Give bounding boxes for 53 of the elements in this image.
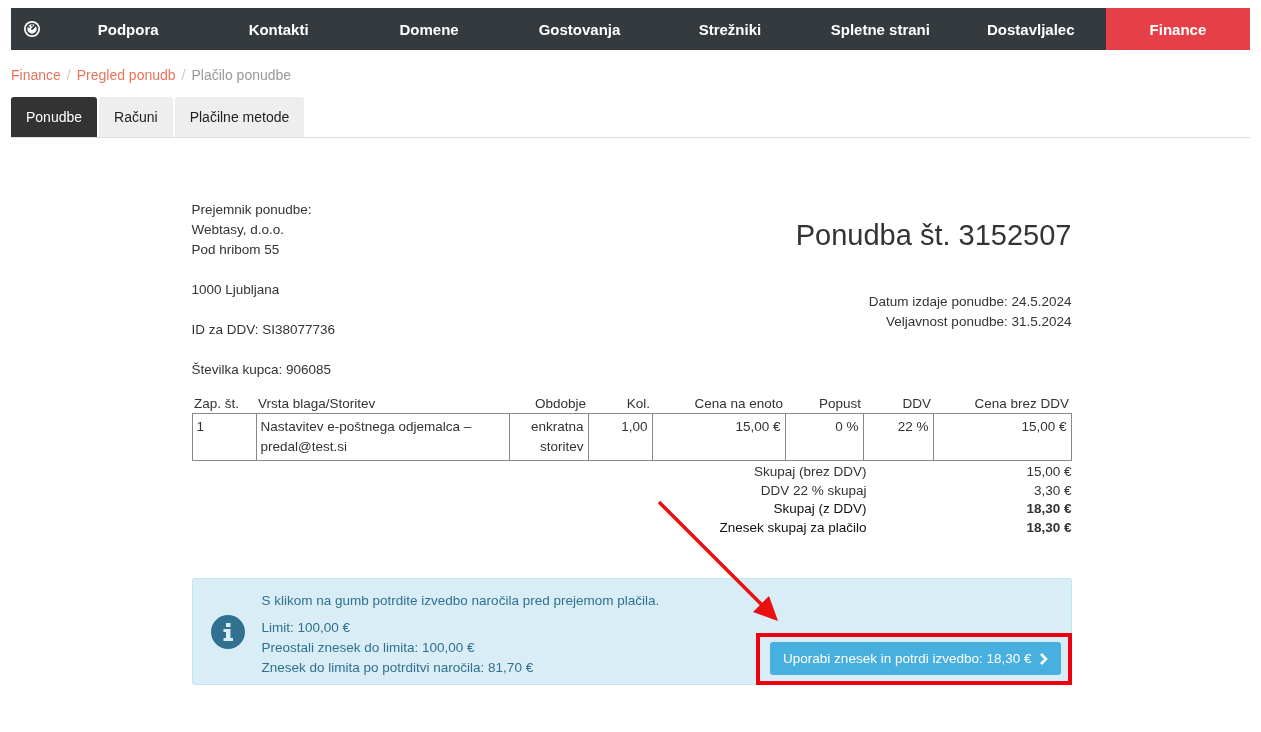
column-header: Zap. št. [192, 394, 256, 414]
column-header: DDV [863, 394, 933, 414]
tab[interactable]: Ponudbe [11, 97, 98, 137]
table-cell: enkratna storitev [509, 413, 588, 461]
total-label: DDV 22 % skupaj [759, 481, 867, 500]
address-line: Pod hribom 55 [191, 241, 281, 259]
table-cell: 22 % [863, 413, 933, 461]
nav-link[interactable]: Gostovanja [504, 8, 655, 50]
date-text: Datum izdaje ponudbe: 24.5.2024 [867, 293, 1072, 311]
total-label: Skupaj (z DDV) [772, 500, 867, 518]
address-line: Prejemnik ponudbe: [191, 201, 313, 219]
column-header: Cena na enoto [652, 394, 785, 414]
address-line: 1000 Ljubljana [191, 281, 281, 299]
info-line: Preostali znesek do limita: 100,00 € [261, 639, 476, 657]
nav-link[interactable]: Kontakti [203, 8, 354, 50]
breadcrumb-separator: / [66, 67, 71, 83]
table-cell: 1 [192, 413, 256, 461]
address-line: ID za DDV: SI38077736 [191, 321, 336, 339]
table-cell: 1,00 [588, 413, 652, 461]
total-value: 3,30 € [1032, 481, 1072, 500]
table-cell: 0 % [785, 413, 863, 461]
table-cell: 15,00 € [933, 413, 1071, 461]
nav-link[interactable]: Spletne strani [805, 8, 956, 50]
chevron-icon [1038, 652, 1048, 665]
gauge-icon[interactable] [23, 20, 41, 38]
column-header: Cena brez DDV [933, 394, 1071, 414]
table-cell: Nastavitev e-poštnega odjemalca – predal@test.si [256, 413, 509, 461]
tab[interactable]: Računi [99, 97, 173, 137]
column-header: Kol. [588, 394, 652, 414]
column-header: Popust [785, 394, 863, 414]
date-text: Veljavnost ponudbe: 31.5.2024 [885, 313, 1072, 331]
info-icon [210, 614, 245, 649]
column-header: Obdobje [509, 394, 588, 414]
total-value: 15,00 € [1025, 463, 1072, 481]
nav-link[interactable]: Domene [353, 8, 505, 50]
nav-link[interactable]: Podpora [53, 8, 204, 50]
total-value: 18,30 € [1025, 500, 1072, 518]
info-line: Limit: 100,00 € [261, 619, 352, 637]
table-cell: 15,00 € [652, 413, 785, 461]
offer-title: Ponudba št. 3152507 [795, 219, 1072, 252]
breadcrumb-separator: / [181, 67, 186, 83]
nav-link[interactable]: Finance [1105, 8, 1250, 50]
tab[interactable]: Plačilne metode [174, 97, 305, 137]
nav-link[interactable]: Strežniki [654, 8, 806, 50]
column-header: Vrsta blaga/Storitev [256, 394, 509, 414]
nav-link[interactable]: Dostavljalec [955, 8, 1106, 50]
total-label: Skupaj (brez DDV) [752, 463, 867, 481]
total-value: 18,30 € [1025, 518, 1072, 537]
total-label: Znesek skupaj za plačilo [718, 518, 867, 537]
info-message: S klikom na gumb potrdite izvedbo naročila pred prejemom plačila. [261, 593, 661, 608]
address-line: Številka kupca: 906085 [191, 361, 333, 379]
info-line: Znesek do limita po potrditvi naročila: 81,70 € [261, 659, 535, 677]
address-line: Webtasy, d.o.o. [191, 221, 286, 239]
